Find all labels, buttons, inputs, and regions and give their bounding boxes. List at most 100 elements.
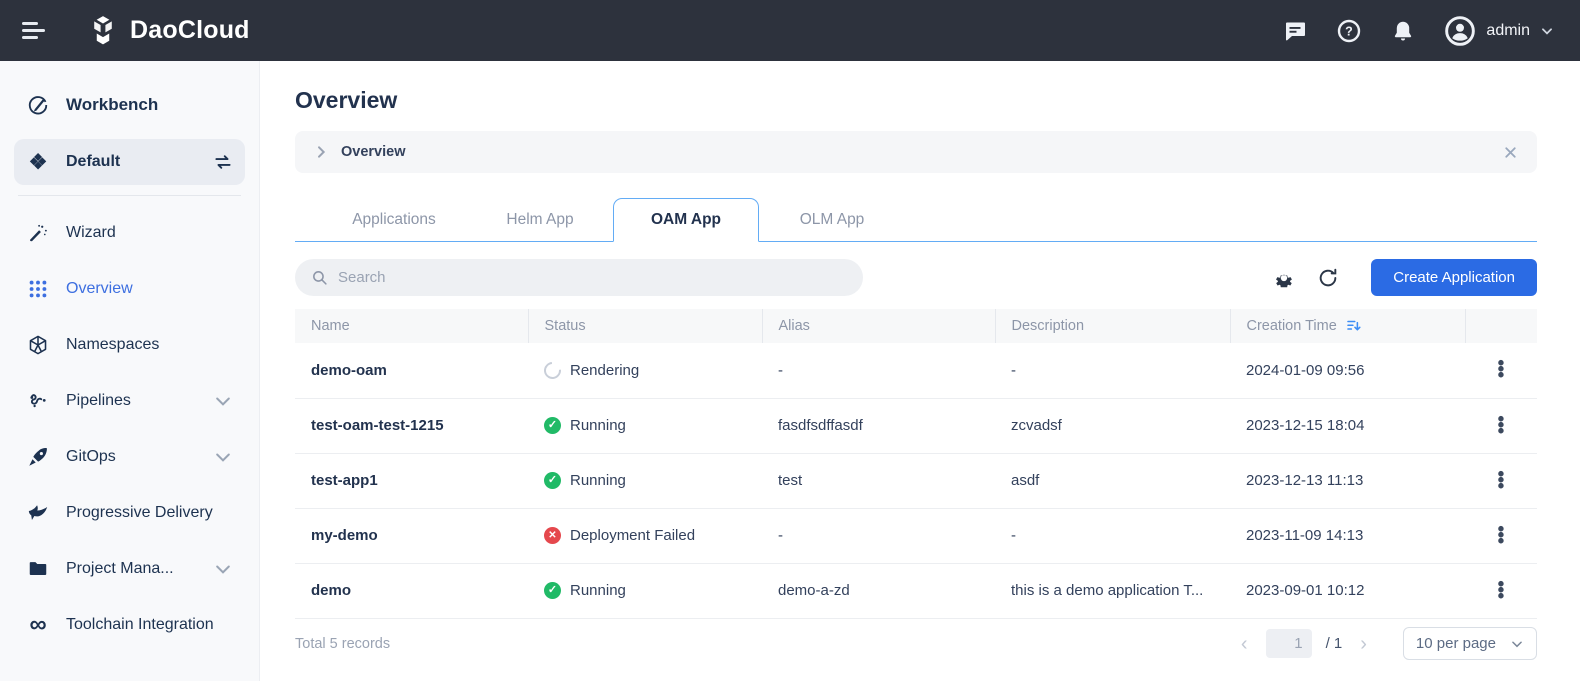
settings-gear-icon[interactable] xyxy=(1273,267,1295,289)
workspace-icon: ❖ xyxy=(26,150,50,174)
chevron-down-icon[interactable] xyxy=(213,447,233,467)
description-cell: - xyxy=(995,343,1230,398)
column-label: Alias xyxy=(779,318,810,334)
sidebar-item-progressive-delivery[interactable]: Progressive Delivery xyxy=(14,490,245,536)
user-menu[interactable]: admin xyxy=(1444,15,1554,47)
sort-descending-icon[interactable] xyxy=(1345,317,1363,335)
sidebar-item-wizard[interactable]: Wizard xyxy=(14,210,245,256)
help-icon[interactable]: ? xyxy=(1336,18,1362,44)
menu-toggle-icon[interactable] xyxy=(22,18,48,43)
sidebar-item-pipelines[interactable]: Pipelines xyxy=(14,378,245,424)
table-row: test-app1Runningtestasdf2023-12-13 11:13… xyxy=(295,453,1537,508)
alias-cell: fasdfsdffasdf xyxy=(762,398,995,453)
status-success-icon xyxy=(544,582,561,599)
sidebar-item-gitops[interactable]: GitOps xyxy=(14,434,245,480)
status-badge: Deployment Failed xyxy=(544,527,746,544)
cube-icon xyxy=(26,333,50,357)
table-row: demo-oamRendering--2024-01-09 09:56••• xyxy=(295,343,1537,398)
close-icon[interactable] xyxy=(1502,144,1519,161)
per-page-select[interactable]: 10 per page xyxy=(1403,627,1537,660)
app-name-link[interactable]: test-oam-test-1215 xyxy=(295,398,528,453)
page-title: Overview xyxy=(295,87,1537,114)
infinity-icon: ∞ xyxy=(26,613,50,637)
description-cell: - xyxy=(995,508,1230,563)
alias-cell: test xyxy=(762,453,995,508)
app-name-link[interactable]: my-demo xyxy=(295,508,528,563)
alias-cell: - xyxy=(762,508,995,563)
applications-table: NameStatusAliasDescriptionCreation Time … xyxy=(295,309,1537,619)
avatar-icon xyxy=(1444,15,1476,47)
grid-icon xyxy=(26,277,50,301)
row-actions-kebab-icon[interactable]: ••• xyxy=(1481,527,1521,545)
brand-name: DaoCloud xyxy=(130,16,250,45)
sidebar-item-label: Namespaces xyxy=(66,336,233,354)
tab-oam-app[interactable]: OAM App xyxy=(613,198,759,242)
bird-icon xyxy=(26,501,50,525)
sidebar-item-project-management[interactable]: Project Mana... xyxy=(14,546,245,592)
current-page-input[interactable]: 1 xyxy=(1266,629,1312,658)
swap-icon[interactable] xyxy=(213,152,233,172)
description-cell: asdf xyxy=(995,453,1230,508)
sidebar-item-toolchain-integration[interactable]: ∞ Toolchain Integration xyxy=(14,602,245,648)
status-badge: Running xyxy=(544,582,746,599)
description-cell: zcvadsf xyxy=(995,398,1230,453)
workbench-icon xyxy=(26,93,50,117)
creation-time-cell: 2023-09-01 10:12 xyxy=(1230,563,1465,618)
tab-bar: ApplicationsHelm AppOAM AppOLM App xyxy=(295,197,1537,242)
status-label: Running xyxy=(570,582,626,599)
per-page-value: 10 per page xyxy=(1416,635,1496,652)
row-actions-kebab-icon[interactable]: ••• xyxy=(1481,361,1521,379)
status-label: Running xyxy=(570,472,626,489)
tab-applications[interactable]: Applications xyxy=(321,198,467,242)
row-actions-kebab-icon[interactable]: ••• xyxy=(1481,582,1521,600)
sidebar-item-label: Pipelines xyxy=(66,392,197,410)
topbar: DaoCloud ? admin xyxy=(0,0,1580,61)
refresh-icon[interactable] xyxy=(1317,267,1339,289)
app-name-link[interactable]: demo xyxy=(295,563,528,618)
brand-logo[interactable]: DaoCloud xyxy=(86,14,250,48)
breadcrumb-item[interactable]: Overview xyxy=(341,144,406,160)
chevron-down-icon[interactable] xyxy=(213,391,233,411)
search-box xyxy=(295,259,863,296)
user-name: admin xyxy=(1486,22,1530,40)
chevron-down-icon[interactable] xyxy=(213,559,233,579)
status-label: Rendering xyxy=(570,362,639,379)
row-actions-kebab-icon[interactable]: ••• xyxy=(1481,472,1521,490)
chevron-down-icon xyxy=(1540,24,1554,38)
sidebar-item-workbench[interactable]: Workbench xyxy=(14,81,245,129)
app-name-link[interactable]: test-app1 xyxy=(295,453,528,508)
column-label: Creation Time xyxy=(1247,318,1337,334)
sidebar-item-overview[interactable]: Overview xyxy=(14,266,245,312)
status-error-icon xyxy=(544,527,561,544)
svg-text:?: ? xyxy=(1346,24,1354,38)
sidebar-item-default-workspace[interactable]: ❖Default xyxy=(14,139,245,185)
search-input[interactable] xyxy=(338,269,847,286)
row-actions-kebab-icon[interactable]: ••• xyxy=(1481,417,1521,435)
table-row: demoRunningdemo-a-zdthis is a demo appli… xyxy=(295,563,1537,618)
tab-olm-app[interactable]: OLM App xyxy=(759,198,905,242)
sidebar-item-label: Project Mana... xyxy=(66,560,197,578)
wand-icon xyxy=(26,221,50,245)
bell-icon[interactable] xyxy=(1390,18,1416,44)
status-badge: Running xyxy=(544,417,746,434)
rocket-icon xyxy=(26,445,50,469)
message-icon[interactable] xyxy=(1282,18,1308,44)
next-page-icon[interactable]: › xyxy=(1356,634,1371,654)
sidebar-item-label: Toolchain Integration xyxy=(66,616,233,634)
tab-helm-app[interactable]: Helm App xyxy=(467,198,613,242)
column-header-creation-time[interactable]: Creation Time xyxy=(1230,309,1465,343)
toolbar: Create Application xyxy=(295,259,1537,296)
folder-icon xyxy=(26,557,50,581)
column-label: Name xyxy=(311,318,350,334)
page-count: / 1 xyxy=(1326,635,1343,652)
pipeline-icon xyxy=(26,389,50,413)
prev-page-icon[interactable]: ‹ xyxy=(1237,634,1252,654)
sidebar: Workbench ❖Default Wizard Overview Namespace… xyxy=(0,61,260,681)
sidebar-item-namespaces[interactable]: Namespaces xyxy=(14,322,245,368)
status-label: Deployment Failed xyxy=(570,527,695,544)
total-records: Total 5 records xyxy=(295,636,390,652)
status-success-icon xyxy=(544,472,561,489)
sidebar-item-label: Wizard xyxy=(66,224,233,242)
app-name-link[interactable]: demo-oam xyxy=(295,343,528,398)
create-application-button[interactable]: Create Application xyxy=(1371,259,1537,296)
